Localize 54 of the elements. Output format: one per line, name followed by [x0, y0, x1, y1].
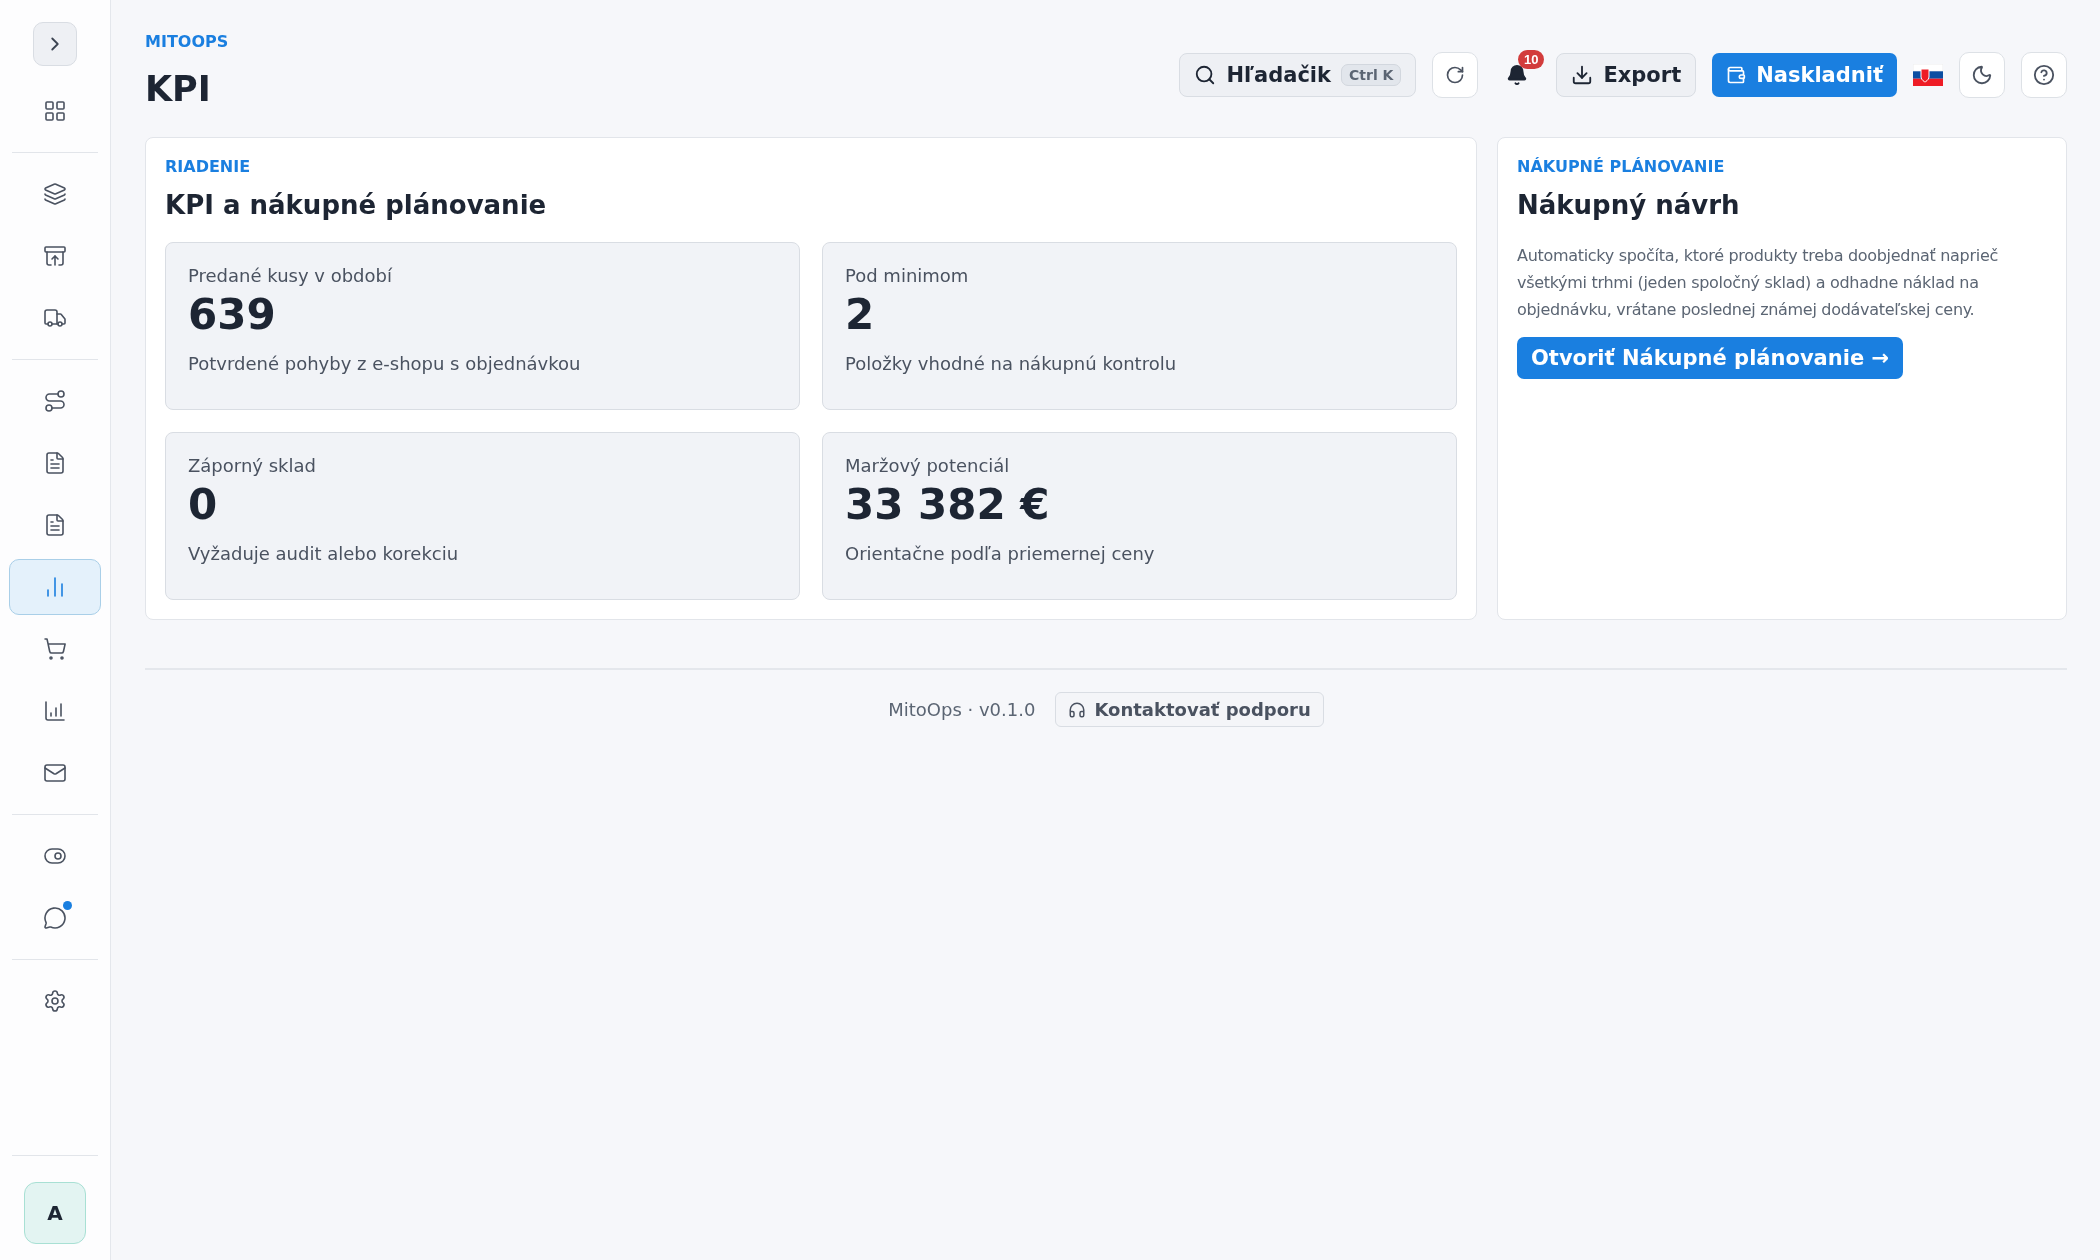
chat-icon: [43, 906, 67, 930]
user-avatar[interactable]: A: [24, 1182, 86, 1244]
kpi-label: Predané kusy v období: [188, 265, 393, 286]
moon-icon: [1971, 64, 1993, 86]
section-eyebrow: NÁKUPNÉ PLÁNOVANIE: [1517, 157, 1726, 176]
grid-icon: [43, 99, 67, 123]
kpi-value: 2: [845, 290, 876, 339]
bar-chart-icon: [43, 699, 67, 723]
export-button[interactable]: Export: [1556, 53, 1697, 97]
shortcut-hint: Ctrl K: [1341, 64, 1402, 86]
kpi-label: Maržový potenciál: [845, 455, 1011, 476]
sidebar-toggle-button[interactable]: [33, 22, 77, 66]
layers-icon: [43, 182, 67, 206]
mail-icon: [43, 761, 67, 785]
kpi-note: Položky vhodné na nákupnú kontrolu: [845, 353, 1178, 374]
refresh-icon: [1445, 65, 1466, 85]
archive-icon: [43, 244, 67, 268]
refresh-button[interactable]: [1432, 52, 1479, 98]
document-icon: [43, 513, 67, 537]
panel-description: Automaticky spočíta, ktoré produkty treba doobjednať naprieč všetkými trhmi (jeden spoločný sklad) a odhadne náklad na objednávku, vrátane poslednej známej dodávateľskej ceny.: [1517, 245, 1999, 321]
bell-icon: [1506, 64, 1529, 86]
search-icon: [1194, 64, 1217, 86]
headphones-icon: [1068, 700, 1087, 719]
app-eyebrow: MITOOPS: [145, 32, 229, 51]
open-planning-button[interactable]: Otvoriť Nákupné plánovanie →: [1517, 337, 1904, 379]
kpi-note: Potvrdené pohyby z e-shopu s objednávkou: [188, 353, 582, 374]
wallet-icon: [1726, 65, 1747, 85]
panel-title: Nákupný návrh: [1517, 190, 1741, 220]
page-title: KPI: [145, 69, 212, 109]
version-text: MitoOps · v0.1.0: [888, 699, 1036, 720]
search-button[interactable]: Hľadačik Ctrl K: [1179, 53, 1417, 97]
unread-dot: [63, 901, 72, 910]
help-button[interactable]: [2021, 52, 2067, 98]
route-icon: [43, 389, 67, 413]
download-icon: [1571, 64, 1594, 86]
kpi-value: 639: [188, 290, 277, 339]
document-icon: [43, 451, 67, 475]
kpi-value: 33 382 €: [845, 480, 1051, 529]
truck-icon: [43, 306, 67, 330]
kpi-label: Záporný sklad: [188, 455, 317, 476]
support-button[interactable]: Kontaktovať podporu: [1055, 692, 1324, 727]
stock-in-button[interactable]: Naskladniť: [1712, 53, 1897, 97]
section-eyebrow: RIADENIE: [165, 157, 252, 176]
kpi-label: Pod minimom: [845, 265, 970, 286]
kpi-note: Vyžaduje audit alebo korekciu: [188, 543, 460, 564]
kpi-value: 0: [188, 480, 219, 529]
flag-icon[interactable]: [1913, 64, 1943, 86]
settings-icon: [43, 989, 67, 1013]
kpi-note: Orientačne podľa priemernej ceny: [845, 543, 1156, 564]
cart-icon: [43, 637, 67, 661]
theme-toggle-button[interactable]: [1959, 52, 2005, 98]
help-icon: [2033, 64, 2055, 86]
notification-count: 10: [1517, 50, 1545, 69]
panel-title: KPI a nákupné plánovanie: [165, 190, 548, 220]
